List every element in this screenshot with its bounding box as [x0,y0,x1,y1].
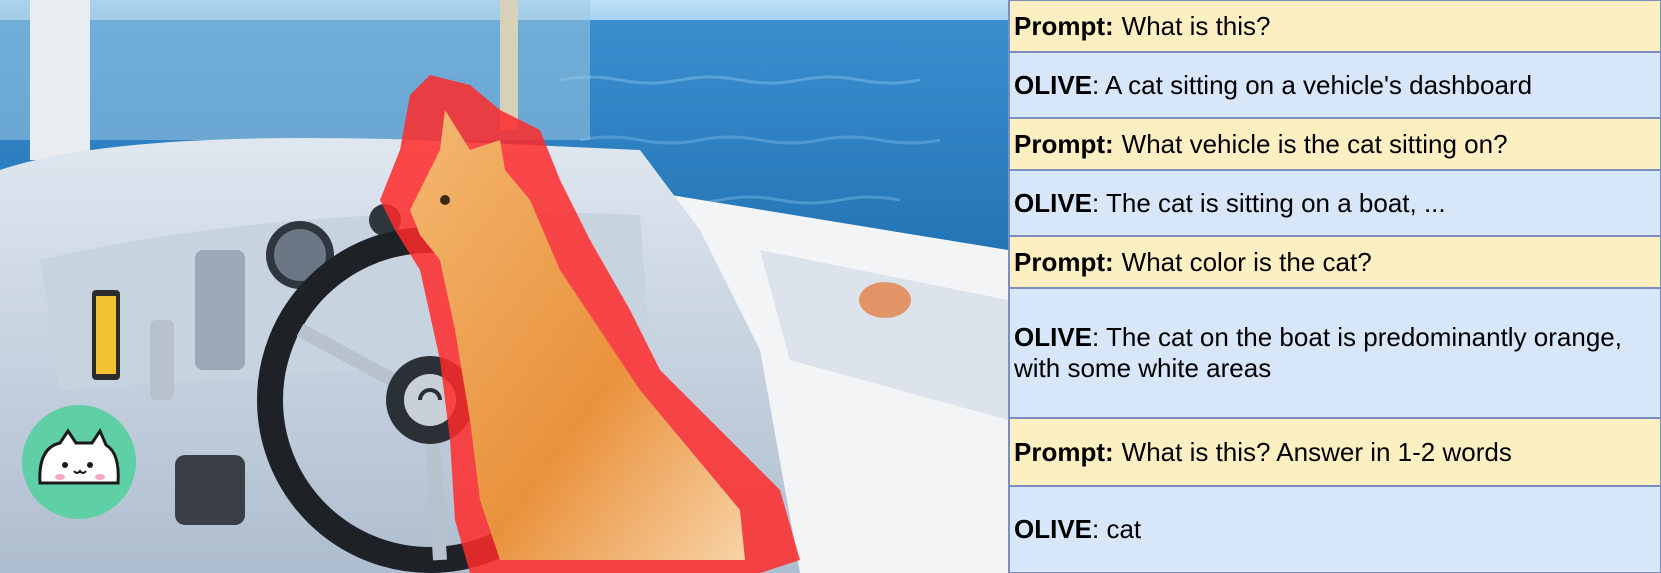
prompt-label: Prompt: [1014,10,1114,41]
bongo-cat-icon [22,405,136,519]
prompt-label: Prompt: [1014,246,1114,277]
answer-row: OLIVE : The cat is sitting on a boat, ..… [1008,170,1661,236]
prompt-text: What vehicle is the cat sitting on? [1121,128,1508,159]
qa-panel: Prompt: What is this? OLIVE : A cat sitt… [1008,0,1661,573]
answer-text: : A cat sitting on a vehicle's dashboard [1092,69,1533,100]
prompt-text: What is this? [1121,10,1271,41]
control-box [175,455,245,525]
answer-text: : The cat on the boat is predominantly o… [1014,322,1622,383]
prompt-label: Prompt: [1014,128,1114,159]
answer-text: : The cat is sitting on a boat, ... [1092,187,1446,218]
answer-text: : cat [1092,514,1142,544]
prompt-label: Prompt: [1014,436,1114,467]
prompt-text: What is this? Answer in 1-2 words [1121,436,1512,467]
prompt-row: Prompt: What is this? [1008,0,1661,52]
answer-label: OLIVE [1014,514,1093,544]
answer-row: OLIVE: The cat on the boat is predominan… [1008,288,1661,418]
answer-block: OLIVE: The cat on the boat is predominan… [1014,322,1656,384]
photo [0,0,1008,573]
answer-row: OLIVE : A cat sitting on a vehicle's das… [1008,52,1661,118]
answer-row: OLIVE : cat [1008,486,1661,573]
prompt-row: Prompt: What color is the cat? [1008,236,1661,288]
answer-label: OLIVE [1014,322,1093,352]
windshield-pole [500,0,518,130]
windshield-post [30,0,90,160]
prompt-row: Prompt: What vehicle is the cat sitting … [1008,118,1661,170]
answer-label: OLIVE [1014,187,1093,218]
fender [859,282,911,318]
boat-cat-scene [0,0,1008,573]
throttle [195,250,245,370]
prompt-row: Prompt: What is this? Answer in 1-2 word… [1008,418,1661,486]
answer-label: OLIVE [1014,69,1093,100]
prompt-text: What color is the cat? [1121,246,1372,277]
